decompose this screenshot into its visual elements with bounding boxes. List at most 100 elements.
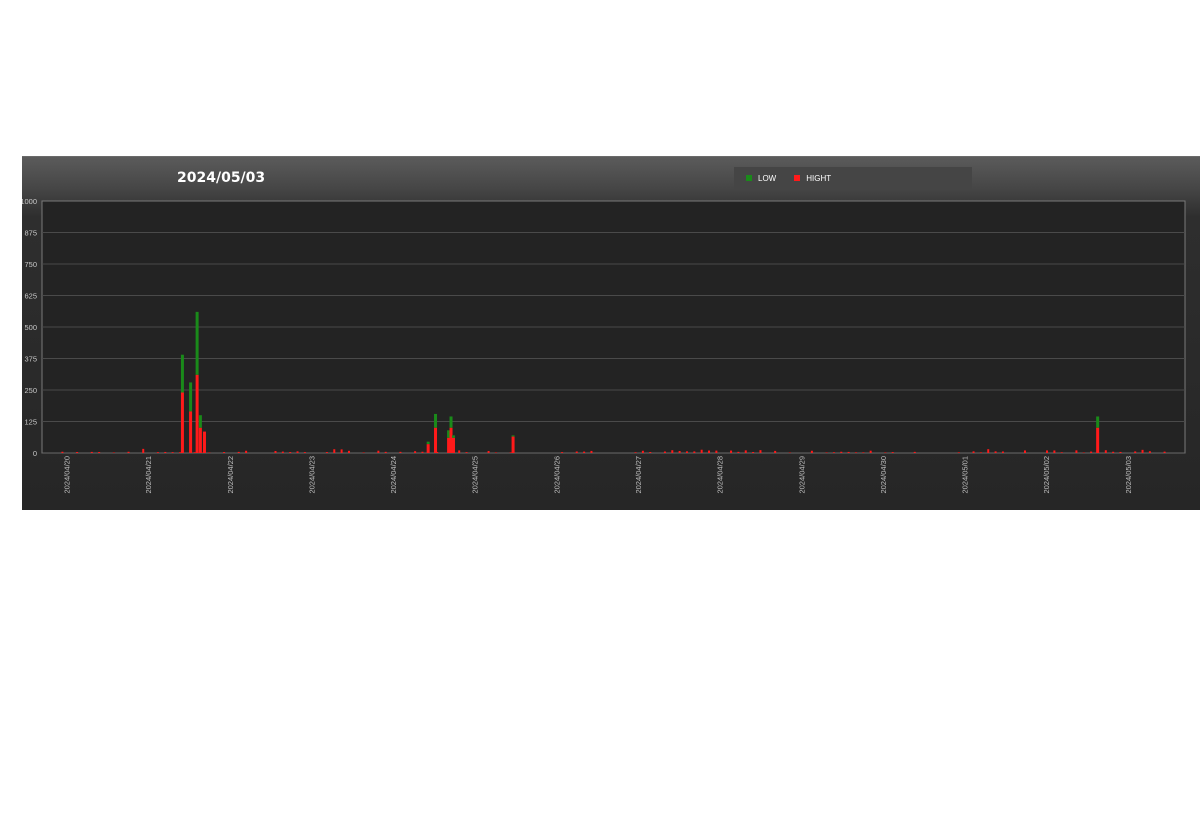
noise-bar [347, 450, 350, 453]
bar-high [511, 436, 515, 453]
x-tick-label: 2024/04/25 [471, 456, 480, 494]
noise-bar [994, 451, 997, 453]
x-tick-label: 2024/04/21 [144, 456, 153, 494]
noise-bar [708, 450, 711, 453]
x-tick-label: 2024/04/27 [634, 456, 643, 494]
bar-high [202, 431, 206, 453]
noise-bar [1119, 451, 1122, 453]
noise-bar [634, 452, 637, 453]
noise-bar [730, 450, 733, 453]
x-tick-label: 2024/05/02 [1042, 456, 1051, 494]
y-tick-label: 125 [24, 418, 37, 427]
noise-bar [1104, 450, 1107, 453]
noise-bar [193, 452, 196, 453]
noise-bar [590, 450, 593, 453]
noise-bar [1148, 451, 1151, 453]
noise-bar [752, 451, 755, 453]
noise-bar [678, 450, 681, 453]
noise-bar [913, 451, 916, 453]
noise-bar [289, 452, 292, 453]
noise-bar [1134, 451, 1137, 453]
noise-bar [98, 451, 101, 453]
noise-bar [340, 449, 343, 453]
bar-low [451, 435, 455, 438]
bar-low [449, 416, 453, 428]
noise-bar [281, 451, 284, 453]
noise-bar [737, 451, 740, 453]
noise-bar [178, 452, 181, 453]
chart-svg: 0 125 250 375 500 625 750 875 1000 2024/04/20 2024… [22, 197, 1186, 494]
noise-bar [832, 452, 835, 453]
noise-bar [649, 451, 652, 453]
noise-bar [1112, 451, 1115, 453]
noise-bar [759, 450, 762, 453]
noise-bar [715, 450, 718, 453]
noise-bar [693, 451, 696, 453]
bar-high [189, 411, 193, 453]
x-tick-label: 2024/04/28 [716, 456, 725, 494]
noise-bar [840, 451, 843, 453]
x-tick-label: 2024/04/24 [389, 456, 398, 494]
noise-bar [61, 451, 64, 453]
x-tick-label: 2024/04/22 [226, 456, 235, 494]
noise-bar [854, 452, 857, 453]
noise-bar [333, 449, 336, 453]
noise-bar [979, 452, 982, 453]
bar-high [195, 374, 199, 453]
noise-bar [1141, 449, 1144, 453]
noise-bar [869, 450, 872, 453]
x-tick-label: 2024/04/30 [879, 456, 888, 494]
noise-bar [458, 450, 461, 453]
noise-bar [164, 451, 167, 453]
noise-bar [325, 452, 328, 453]
noise-bar [972, 451, 975, 453]
noise-bar [1060, 452, 1063, 453]
y-tick-label: 375 [24, 355, 37, 364]
x-tick-label: 2024/05/01 [961, 456, 970, 494]
x-tick-label: 2024/04/26 [552, 456, 561, 494]
x-tick-label: 2024/04/20 [62, 456, 71, 494]
y-tick-label: 500 [24, 323, 37, 332]
noise-bar [583, 451, 586, 453]
noise-bar [362, 452, 365, 453]
noise-bar [237, 451, 240, 453]
noise-bar [384, 451, 387, 453]
bar-low [511, 435, 515, 437]
noise-bar [112, 452, 115, 453]
noise-bar [208, 452, 211, 453]
noise-bar [847, 451, 850, 453]
bar-high [198, 427, 202, 453]
y-tick-label: 875 [24, 229, 37, 238]
noise-bar [561, 452, 564, 453]
x-tick-label: 2024/05/03 [1124, 456, 1133, 494]
noise-bar [296, 451, 299, 453]
noise-bar [142, 448, 145, 453]
noise-bar [127, 451, 130, 453]
noise-bar [1023, 450, 1026, 453]
bar-high [451, 437, 455, 453]
noise-bar [987, 449, 990, 453]
y-tick-label: 0 [33, 449, 37, 458]
noise-bar [744, 450, 747, 453]
noise-bar [1082, 452, 1085, 453]
noise-bar [421, 451, 424, 453]
noise-bar [641, 450, 644, 453]
noise-bar [76, 451, 79, 453]
noise-bar [663, 451, 666, 453]
noise-bar [245, 450, 248, 453]
noise-bar [825, 452, 828, 453]
noise-bar [671, 450, 674, 453]
noise-bar [788, 452, 791, 453]
bar-low [434, 413, 438, 428]
noise-bar [377, 450, 380, 453]
noise-bar [575, 451, 578, 453]
noise-bar [891, 452, 894, 453]
noise-bar [171, 452, 174, 453]
noise-bar [494, 452, 497, 453]
x-tick-label: 2024/04/23 [307, 456, 316, 494]
noise-bar [90, 451, 93, 453]
noise-bar [414, 451, 417, 453]
bar-low [180, 354, 184, 393]
noise-bar [862, 452, 865, 453]
bar-high [180, 392, 184, 453]
